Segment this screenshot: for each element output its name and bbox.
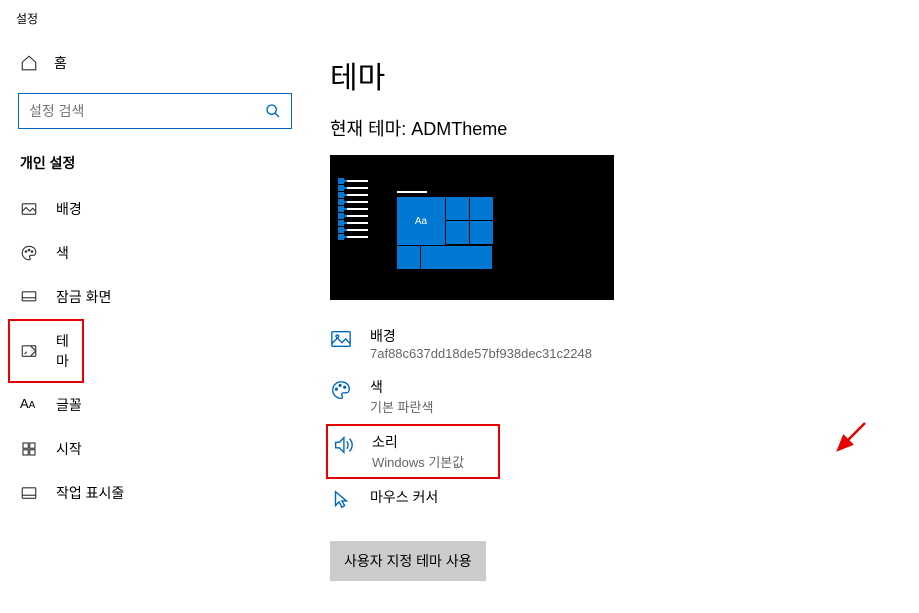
page-title: 테마 [330,53,899,97]
option-sub: 기본 파란색 [370,397,433,416]
theme-option-cursor[interactable]: 마우스 커서 [330,479,899,519]
sidebar-item-label: 배경 [56,199,82,219]
sidebar-item-label: 글꼴 [56,395,82,415]
theme-icon [20,342,38,360]
theme-preview: Aa [330,155,614,300]
sidebar-item-lockscreen[interactable]: 잠금 화면 [0,275,310,319]
main-content: 테마 현재 테마: ADMTheme Aa [310,33,919,613]
theme-option-background[interactable]: 배경 7af88c637dd18de57bf938dec31c2248 [330,318,899,369]
option-sub: Windows 기본값 [372,452,464,471]
image-icon [20,200,38,218]
palette-icon [20,244,38,262]
sidebar-item-label: 색 [56,243,69,263]
font-icon: AA [20,396,38,414]
start-icon [20,440,38,458]
palette-icon [330,379,352,401]
home-button[interactable]: 홈 [0,43,310,83]
lock-screen-icon [20,288,38,306]
theme-option-color[interactable]: 색 기본 파란색 [330,369,899,424]
option-sub: 7af88c637dd18de57bf938dec31c2248 [370,346,592,361]
sound-icon [332,434,354,456]
home-icon [20,54,38,72]
option-title: 소리 [372,432,464,452]
sidebar: 홈 개인 설정 배경 색 [0,33,310,613]
sidebar-item-font[interactable]: AA 글꼴 [0,383,310,427]
taskbar-icon [20,484,38,502]
search-icon [265,103,281,119]
sidebar-item-label: 잠금 화면 [56,287,111,307]
preview-aa: Aa [397,197,445,245]
cursor-icon [330,489,352,511]
option-title: 마우스 커서 [370,487,438,507]
sidebar-item-label: 작업 표시줄 [56,483,124,503]
arrow-annotation [830,418,870,458]
sidebar-item-start[interactable]: 시작 [0,427,310,471]
sidebar-item-label: 시작 [56,439,82,459]
sidebar-item-taskbar[interactable]: 작업 표시줄 [0,471,310,515]
sidebar-item-color[interactable]: 색 [0,231,310,275]
window-title: 설정 [0,0,919,33]
theme-option-sound[interactable]: 소리 Windows 기본값 [326,424,500,479]
search-input[interactable] [29,103,265,119]
section-header: 개인 설정 [0,139,310,187]
image-icon [330,328,352,350]
sidebar-item-theme[interactable]: 테마 [8,319,84,383]
home-label: 홈 [54,53,67,73]
sidebar-item-label: 테마 [56,331,70,371]
sidebar-item-background[interactable]: 배경 [0,187,310,231]
custom-theme-button[interactable]: 사용자 지정 테마 사용 [330,541,486,581]
current-theme-label: 현재 테마: ADMTheme [330,115,899,141]
search-input-container[interactable] [18,93,292,129]
option-title: 색 [370,377,433,397]
option-title: 배경 [370,326,592,346]
